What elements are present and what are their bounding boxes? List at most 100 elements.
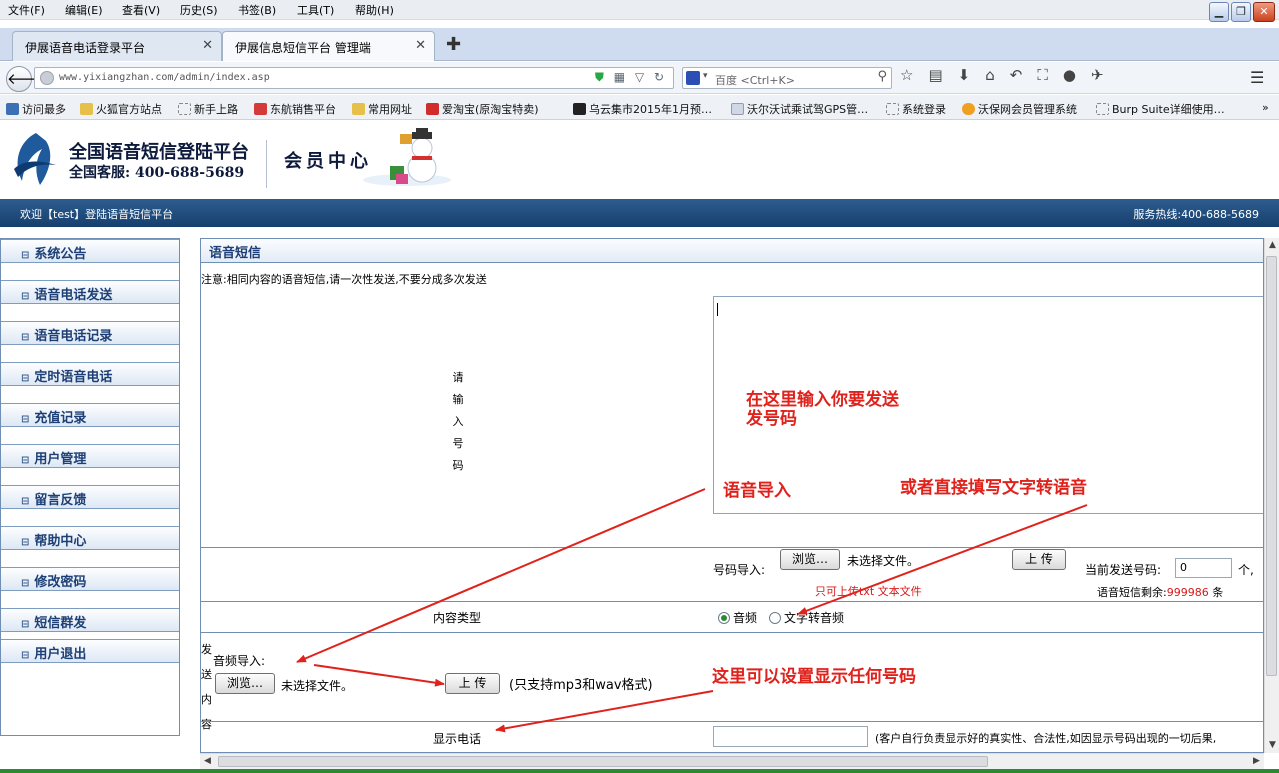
radio-text-to-audio[interactable]: 文字转音频 — [769, 609, 844, 626]
bookmarks-bar: 访问最多 火狐官方站点 新手上路 东航销售平台 常用网址 爱淘宝(原淘宝特卖) … — [0, 95, 1279, 120]
welcome-text: 欢迎【test】登陆语音短信平台 — [20, 208, 174, 221]
engine-dropdown-icon[interactable]: ▾ — [703, 71, 708, 81]
sidebar-item-recharge-records[interactable]: ⊟ 充值记录 — [1, 403, 179, 427]
sidebar-item-voice-records[interactable]: ⊟ 语音电话记录 — [1, 321, 179, 345]
address-bar[interactable]: www.yixiangzhan.com/admin/index.asp ⛊ ▦ … — [34, 67, 674, 89]
undo-icon[interactable]: ↶ — [1010, 66, 1023, 84]
window-controls: ▁ ❐ ✕ — [1209, 2, 1275, 22]
sidebar-item-announcements[interactable]: ⊟ 系统公告 — [1, 239, 179, 263]
upload-numbers-button[interactable]: 上 传 — [1012, 549, 1066, 570]
ie-icon — [962, 103, 975, 115]
panel-title: 语音短信 — [201, 239, 1263, 263]
bookmark-item[interactable]: 系统登录 — [886, 101, 946, 117]
scroll-left-icon[interactable]: ◀ — [200, 754, 215, 769]
browse-audio-button[interactable]: 浏览… — [215, 673, 275, 694]
folder-icon — [80, 103, 93, 115]
menu-edit[interactable]: 编辑(E) — [65, 2, 103, 18]
sidebar-item-sms-broadcast[interactable]: ⊟ 短信群发 — [1, 608, 179, 632]
bookmark-item[interactable]: 东航销售平台 — [254, 101, 336, 117]
chat-icon[interactable]: ● — [1063, 66, 1076, 84]
minimize-icon[interactable]: ▁ — [1209, 2, 1229, 22]
shield-icon[interactable]: ⛊ — [595, 70, 607, 84]
remaining-sms: 语音短信剩余:999986 条 — [1097, 586, 1224, 599]
upload-audio-button[interactable]: 上 传 — [445, 673, 500, 694]
collapse-icon: ⊟ — [21, 332, 30, 343]
current-numbers-field[interactable]: 0 — [1175, 558, 1232, 578]
snowman-icon — [363, 128, 451, 186]
scroll-right-icon[interactable]: ▶ — [1249, 754, 1264, 769]
site-logo-icon — [14, 133, 56, 185]
reload-icon[interactable]: ↻ — [654, 70, 667, 84]
reading-list-icon[interactable]: ▤ — [928, 66, 942, 84]
tab-sms-admin[interactable]: 伊展信息短信平台 管理端 ✕ — [222, 31, 435, 61]
bookmark-item[interactable]: 火狐官方站点 — [80, 101, 162, 117]
scroll-down-icon[interactable]: ▼ — [1265, 738, 1279, 753]
page-icon — [731, 103, 744, 115]
bookmark-item[interactable]: 新手上路 — [178, 101, 238, 117]
page-icon — [178, 103, 191, 115]
back-arrow-icon[interactable]: 🡐 — [6, 66, 47, 92]
bookmark-item[interactable]: 沃保网会员管理系统 — [962, 101, 1077, 117]
radio-audio[interactable]: 音频 — [718, 609, 757, 626]
sidebar-item-voice-send[interactable]: ⊟ 语音电话发送 — [1, 280, 179, 304]
bookmarks-overflow-icon[interactable]: » — [1262, 101, 1269, 114]
close-tab-icon[interactable]: ✕ — [415, 38, 426, 53]
extension-icon[interactable]: ✈ — [1091, 66, 1104, 84]
sidebar-item-scheduled-call[interactable]: ⊟ 定时语音电话 — [1, 362, 179, 386]
bookmark-item[interactable]: 沃尔沃试乘试驾GPS管… — [731, 101, 868, 117]
vertical-scroll-thumb[interactable] — [1266, 256, 1277, 676]
page-icon — [1096, 103, 1109, 115]
tab-label: 伊展信息短信平台 管理端 — [235, 41, 371, 55]
star-icon[interactable]: ☆ — [900, 66, 913, 84]
tab-voice-login[interactable]: 伊展语音电话登录平台 ✕ — [12, 31, 222, 61]
brand-title: 全国语音短信登陆平台 — [69, 142, 249, 163]
numbers-label: 请 输 入 号 码 — [452, 371, 464, 472]
sidebar-item-logout[interactable]: ⊟ 用户退出 — [1, 639, 179, 663]
bookmark-item[interactable]: 爱淘宝(原淘宝特卖) — [426, 101, 539, 117]
menu-bookmarks[interactable]: 书签(B) — [238, 2, 276, 18]
qr-code-icon[interactable]: ▦ — [614, 70, 628, 84]
current-numbers-unit: 个, — [1238, 563, 1254, 577]
upload-hint: 只可上传txt 文本文件 — [815, 585, 922, 598]
menu-history[interactable]: 历史(S) — [180, 2, 218, 18]
bookmark-item[interactable]: 乌云集市2015年1月预… — [573, 101, 712, 117]
scroll-up-icon[interactable]: ▲ — [1265, 238, 1279, 253]
menu-help[interactable]: 帮助(H) — [355, 2, 394, 18]
dropdown-icon[interactable]: ▽ — [635, 70, 647, 84]
collapse-icon: ⊟ — [21, 414, 30, 425]
new-tab-icon[interactable]: ✚ — [446, 34, 461, 55]
search-box[interactable]: ▾ 百度 <Ctrl+K> ⚲ — [682, 67, 892, 89]
hamburger-menu-icon[interactable]: ☰ — [1250, 68, 1264, 87]
bookmark-item[interactable]: 常用网址 — [352, 101, 412, 117]
no-file-text: 未选择文件。 — [847, 554, 920, 568]
close-tab-icon[interactable]: ✕ — [202, 38, 213, 53]
menu-file[interactable]: 文件(F) — [8, 2, 45, 18]
bookmark-item[interactable]: 访问最多 — [6, 101, 66, 117]
status-strip — [0, 769, 1279, 773]
magnifier-icon[interactable]: ⚲ — [877, 69, 887, 84]
hotline-text: 服务热线:400-688-5689 — [1133, 208, 1259, 221]
home-icon[interactable]: ⌂ — [985, 66, 995, 84]
airline-icon — [254, 103, 267, 115]
row-divider — [201, 721, 1263, 722]
sidebar-item-help[interactable]: ⊟ 帮助中心 — [1, 526, 179, 550]
bookmark-item[interactable]: Burp Suite详细使用… — [1096, 101, 1225, 117]
sidebar-item-user-management[interactable]: ⊟ 用户管理 — [1, 444, 179, 468]
collapse-icon: ⊟ — [21, 496, 30, 507]
annotation-input-numbers: 在这里输入你要发送 发号码 — [746, 390, 899, 429]
maximize-icon[interactable]: ❐ — [1231, 2, 1251, 22]
horizontal-scroll-thumb[interactable] — [218, 756, 988, 767]
annotation-audio-import: 语音导入 — [723, 481, 791, 501]
display-phone-input[interactable] — [713, 726, 868, 747]
screenshot-icon[interactable]: ⛶ — [1037, 66, 1048, 84]
sidebar-item-feedback[interactable]: ⊟ 留言反馈 — [1, 485, 179, 509]
url-text: www.yixiangzhan.com/admin/index.asp — [59, 72, 270, 83]
sidebar-item-change-password[interactable]: ⊟ 修改密码 — [1, 567, 179, 591]
browse-numbers-button[interactable]: 浏览… — [780, 549, 840, 570]
menu-view[interactable]: 查看(V) — [122, 2, 160, 18]
baidu-paw-icon[interactable] — [686, 71, 700, 85]
audio-format-hint: (只支持mp3和wav格式) — [509, 678, 653, 693]
download-icon[interactable]: ⬇ — [958, 66, 971, 84]
close-window-icon[interactable]: ✕ — [1253, 2, 1275, 22]
menu-tools[interactable]: 工具(T) — [297, 2, 334, 18]
